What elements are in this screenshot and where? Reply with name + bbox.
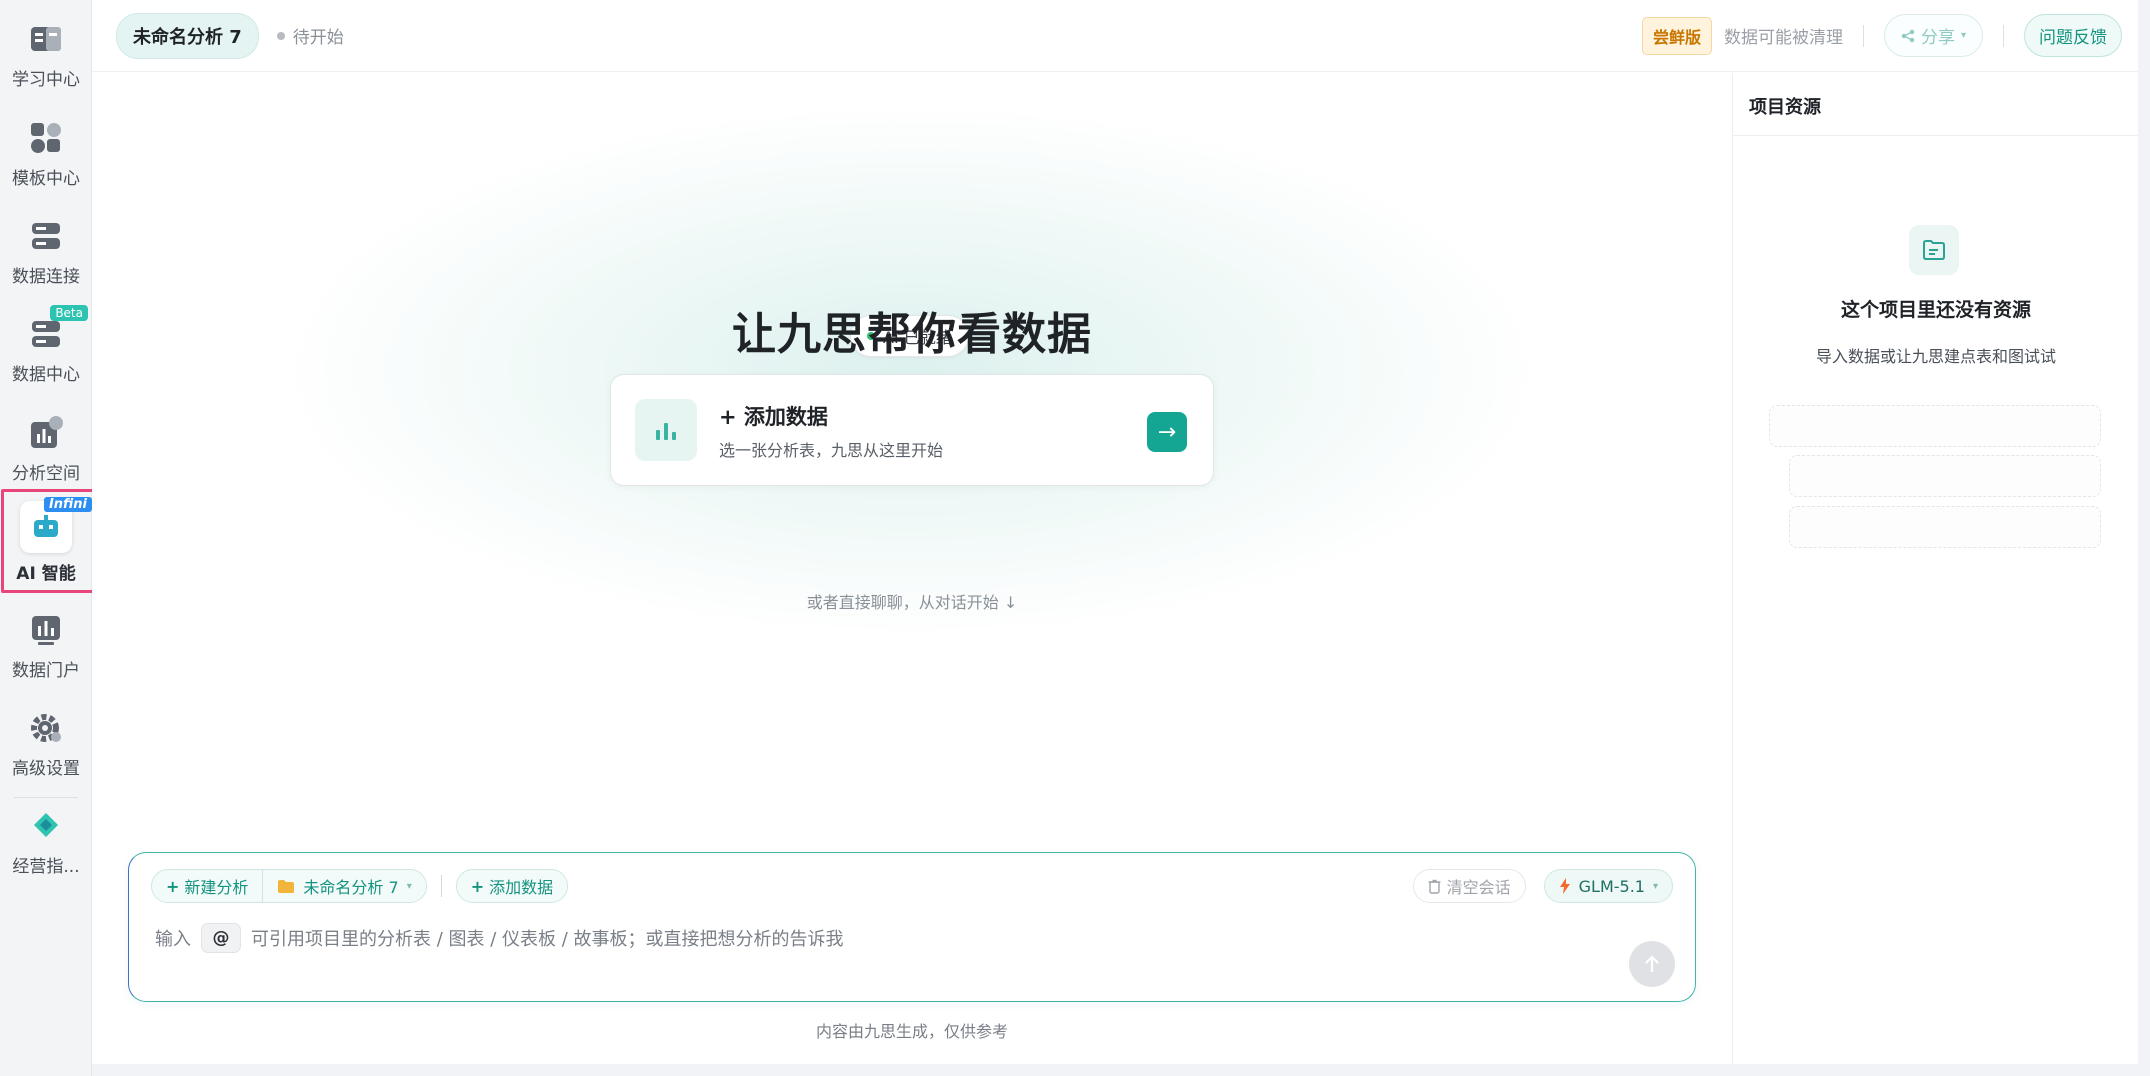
add-data-label: 添加数据 (489, 878, 554, 897)
new-analysis-button[interactable]: + 新建分析 (152, 870, 262, 902)
sidebar-item-label: 分析空间 (12, 463, 80, 484)
input-hint-text: 可引用项目里的分析表 / 图表 / 仪表板 / 故事板；或直接把想分析的告诉我 (251, 929, 844, 950)
active-highlight-box (1, 489, 97, 593)
add-data-subtitle: 选一张分析表，九思从这里开始 (719, 441, 944, 460)
hero-title: 让九思帮你看数据 (732, 309, 1092, 360)
arrow-right-icon[interactable]: → (1147, 412, 1187, 452)
arrow-up-icon (1645, 955, 1659, 972)
status-dot (276, 31, 285, 40)
sidebar-item-label: 数据连接 (12, 266, 80, 287)
sidebar-item-label: 学习中心 (12, 69, 80, 90)
placeholder-row (1769, 405, 2101, 447)
project-select-label: 未命名分析 7 (303, 878, 399, 897)
chevron-down-icon: ▾ (406, 880, 412, 892)
share-label: 分享 (1920, 28, 1955, 48)
model-select[interactable]: GLM-5.1 ▾ (1543, 869, 1673, 903)
top-bar: 未命名分析 7 待开始 尝鲜版 数据可能被清理 分享 ▾ 问题反馈 (92, 0, 2138, 72)
placeholder-row (1789, 455, 2101, 497)
bar-chart-icon (635, 399, 697, 461)
new-analysis-label: 新建分析 (184, 878, 249, 897)
sidebar-item-label: 数据门户 (12, 660, 80, 681)
trial-note: 数据可能被清理 (1723, 28, 1843, 48)
sidebar-item-label: 经营指... (12, 856, 80, 877)
sidebar-item-label: 模板中心 (12, 168, 80, 189)
analysis-chart-icon (26, 413, 66, 453)
or-chat-hint: 或者直接聊聊，从对话开始 ↓ (806, 593, 1018, 612)
database-link-icon (26, 216, 66, 256)
composer-toolbar: + 新建分析 未命名分析 7 ▾ + 添加数据 清空会话 GLM-5.1 ▾ (151, 869, 1673, 903)
feedback-button[interactable]: 问题反馈 (2024, 14, 2122, 57)
top-bar-actions: 尝鲜版 数据可能被清理 分享 ▾ 问题反馈 (1641, 14, 2138, 57)
add-data-card[interactable]: + 添加数据 选一张分析表，九思从这里开始 → (610, 374, 1214, 486)
project-resources-panel: 项目资源 这个项目里还没有资源 导入数据或让九思建点表和图试试 (1732, 73, 2138, 1064)
trash-icon (1428, 879, 1441, 894)
sidebar-item-data-center[interactable]: Beta 数据中心 (0, 303, 92, 395)
add-data-title: + 添加数据 (719, 405, 828, 429)
sidebar-item-label: 数据中心 (12, 364, 80, 385)
divider (1862, 24, 1864, 47)
chat-composer: + 新建分析 未命名分析 7 ▾ + 添加数据 清空会话 GLM-5.1 ▾ 输… (128, 852, 1696, 1002)
folder-icon (278, 879, 295, 893)
resources-empty-title: 这个项目里还没有资源 (1840, 299, 2031, 321)
sidebar-item-analysis-space[interactable]: 分析空间 (0, 402, 92, 494)
share-icon (1901, 29, 1915, 42)
lightning-icon (1559, 878, 1570, 894)
clear-session-button[interactable]: 清空会话 (1412, 869, 1526, 903)
project-status: 待开始 (292, 28, 344, 48)
resources-header: 项目资源 (1733, 73, 2138, 136)
chevron-down-icon: ▾ (1652, 880, 1658, 892)
sidebar-item-learning[interactable]: 学习中心 (0, 8, 92, 100)
sidebar-item-data-portal[interactable]: 数据门户 (0, 599, 92, 691)
folder-file-icon (1909, 225, 1959, 275)
input-hint-prefix: 输入 (155, 929, 191, 950)
ai-disclaimer: 内容由九思生成，仅供参考 (815, 1022, 1008, 1041)
add-data-button[interactable]: + 添加数据 (455, 869, 569, 903)
shapes-icon (26, 118, 66, 158)
gear-icon (26, 708, 66, 748)
resources-empty-subtitle: 导入数据或让九思建点表和图试试 (1815, 347, 2056, 366)
model-label: GLM-5.1 (1578, 876, 1645, 896)
sidebar-item-data-connect[interactable]: 数据连接 (0, 205, 92, 297)
mention-chip: @ (201, 923, 241, 953)
sidebar-item-business-metrics[interactable]: 经营指... (0, 795, 92, 887)
project-select[interactable]: 未命名分析 7 ▾ (262, 870, 425, 902)
plus-icon: + (470, 876, 485, 896)
plus-icon: + (166, 876, 180, 896)
main-panel: 未命名分析 7 待开始 尝鲜版 数据可能被清理 分享 ▾ 问题反馈 AI 已就绪… (92, 0, 2138, 1064)
project-name-pill[interactable]: 未命名分析 7 (116, 12, 259, 59)
chat-input[interactable]: 输入 @ 可引用项目里的分析表 / 图表 / 仪表板 / 故事板；或直接把想分析… (155, 923, 1615, 953)
clear-session-label: 清空会话 (1446, 878, 1511, 897)
portal-chart-icon (26, 610, 66, 650)
chevron-down-icon: ▾ (1960, 30, 1966, 41)
trial-badge: 尝鲜版 (1641, 16, 1712, 55)
divider (2003, 24, 2004, 47)
send-button[interactable] (1629, 941, 1675, 987)
diamond-logo-icon (26, 806, 66, 846)
sidebar: 学习中心 模板中心 数据连接 Beta 数据中心 分析空间 Infini AI … (0, 0, 97, 1076)
beta-badge: Beta (50, 305, 88, 321)
sidebar-item-advanced-settings[interactable]: 高级设置 (0, 697, 92, 789)
sidebar-item-templates[interactable]: 模板中心 (0, 107, 92, 199)
composer-toolbar-right: 清空会话 GLM-5.1 ▾ (1412, 869, 1673, 903)
book-icon (26, 19, 66, 59)
analysis-selector-group: + 新建分析 未命名分析 7 ▾ (151, 869, 427, 903)
divider (440, 875, 442, 897)
share-button[interactable]: 分享 ▾ (1883, 14, 1983, 57)
placeholder-row (1789, 506, 2101, 548)
sidebar-item-label: 高级设置 (12, 758, 80, 779)
